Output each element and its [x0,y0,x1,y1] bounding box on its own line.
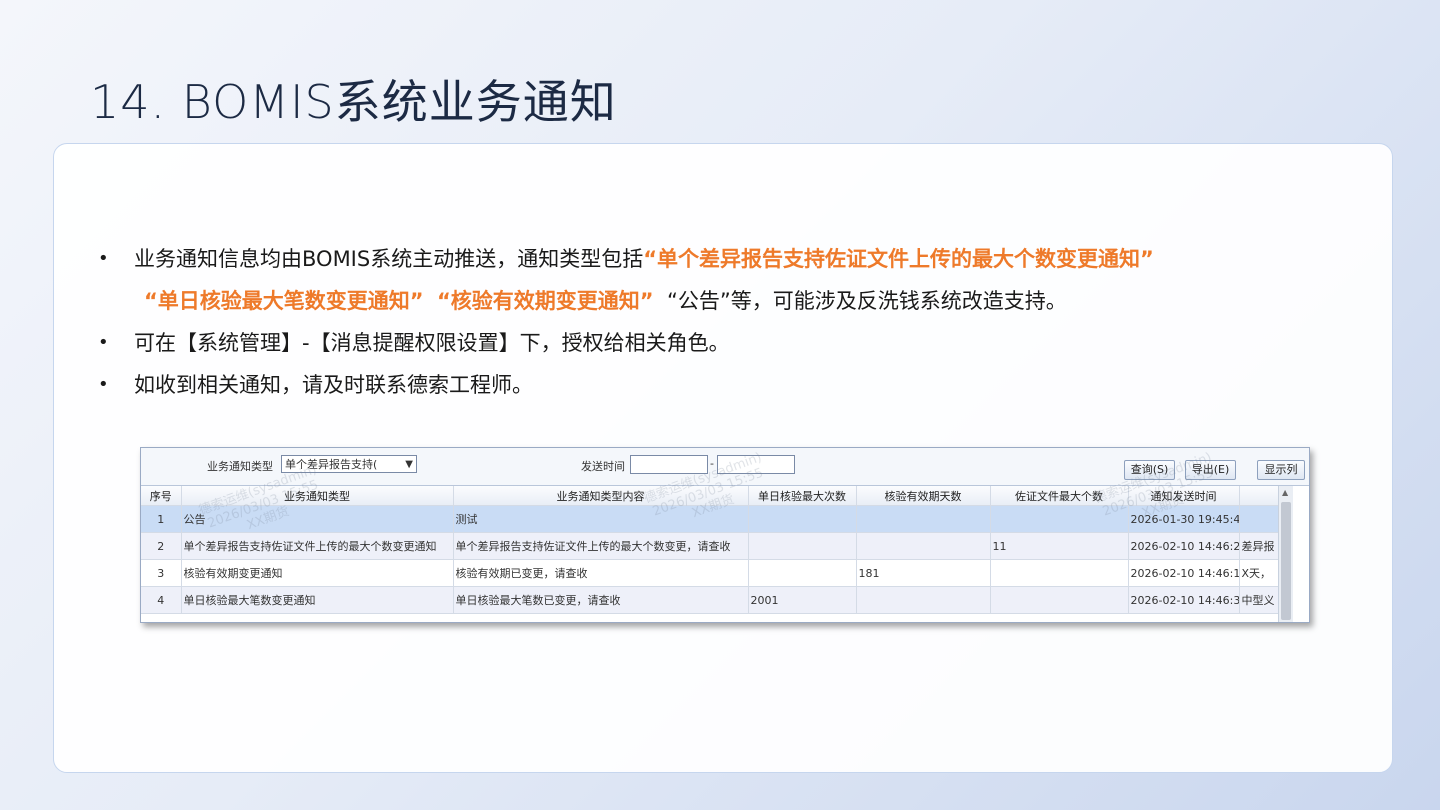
table-cell: 2026-02-10 14:46:31 [1128,586,1240,614]
table-cell [748,559,857,587]
table-cell: 181 [856,559,991,587]
table-cell [856,532,991,560]
bullet-item-3: 如收到相关通知，请及时联系德索工程师。 [98,364,1358,406]
table-cell [990,586,1129,614]
table-cell [856,586,991,614]
table-cell: 单个差异报告支持佐证文件上传的最大个数变更通知 [181,532,454,560]
table-row[interactable]: 1 公告 测试 2026-01-30 19:45:45 [141,505,1279,533]
table-cell [1239,505,1279,533]
scrollbar-thumb[interactable] [1281,502,1291,620]
bullet-item-2: 可在【系统管理】-【消息提醒权限设置】下，授权给相关角色。 [98,322,1358,364]
table-cell [856,505,991,533]
column-header[interactable]: 单日核验最大次数 [748,486,857,506]
table-cell: 单日核验最大笔数变更通知 [181,586,454,614]
table-cell: 2026-01-30 19:45:45 [1128,505,1240,533]
table-cell: 单日核验最大笔数已变更，请查收 [453,586,749,614]
table-cell: 公告 [181,505,454,533]
bullet-1-suffix: “公告”等，可能涉及反洗钱系统改造支持。 [666,289,1067,313]
table-scrollbar[interactable]: ▲ [1278,486,1293,622]
column-header[interactable] [1239,486,1279,506]
table-row[interactable]: 4 单日核验最大笔数变更通知 单日核验最大笔数已变更，请查收 2001 2026… [141,586,1279,614]
table-cell [748,532,857,560]
table-cell: 差异报 [1239,532,1279,560]
table-header-row: 序号 业务通知类型 业务通知类型内容 单日核验最大次数 核验有效期天数 佐证文件… [141,486,1279,506]
dropdown-arrow-icon: ▼ [405,459,413,470]
table-cell: 中型义 [1239,586,1279,614]
column-header[interactable]: 佐证文件最大个数 [990,486,1129,506]
table-cell: X天， [1239,559,1279,587]
send-time-start-input[interactable] [630,455,708,474]
column-header[interactable]: 序号 [141,486,182,506]
column-header[interactable]: 业务通知类型 [181,486,454,506]
date-separator: - [710,457,714,470]
table-cell [990,559,1129,587]
table-row[interactable]: 2 单个差异报告支持佐证文件上传的最大个数变更通知 单个差异报告支持佐证文件上传… [141,532,1279,560]
scroll-up-icon[interactable]: ▲ [1282,488,1288,497]
query-button[interactable]: 查询(S) [1124,460,1175,480]
bullet-1-prefix: 业务通知信息均由BOMIS系统主动推送，通知类型包括 [134,247,644,271]
table-cell: 2026-02-10 14:46:12 [1128,559,1240,587]
notification-table: 序号 业务通知类型 业务通知类型内容 单日核验最大次数 核验有效期天数 佐证文件… [141,486,1279,614]
table-cell: 核验有效期变更通知 [181,559,454,587]
table-cell: 单个差异报告支持佐证文件上传的最大个数变更，请查收 [453,532,749,560]
table-cell: 核验有效期已变更，请查收 [453,559,749,587]
filter-toolbar: 业务通知类型 单个差异报告支持( ▼ 发送时间 - 查询(S) 导出(E) 显示… [141,448,1309,486]
table-cell: 4 [141,586,182,614]
table-cell: 2026-02-10 14:46:22 [1128,532,1240,560]
table-cell: 2 [141,532,182,560]
send-time-label: 发送时间 [581,460,625,473]
slide-title: 14. BOMIS系统业务通知 [90,75,617,129]
table-cell [748,505,857,533]
column-header[interactable]: 通知发送时间 [1128,486,1240,506]
table-cell: 2001 [748,586,857,614]
notification-type-value: 单个差异报告支持( [285,458,378,471]
notification-type-select[interactable]: 单个差异报告支持( ▼ [281,455,417,473]
table-cell: 1 [141,505,182,533]
table-cell: 11 [990,532,1129,560]
table-cell [990,505,1129,533]
bullet-1-highlight-1: “单个差异报告支持佐证文件上传的最大个数变更通知” [643,247,1154,271]
send-time-end-input[interactable] [717,455,795,474]
show-columns-button[interactable]: 显示列 [1257,460,1305,480]
bullet-item-1: 业务通知信息均由BOMIS系统主动推送，通知类型包括“单个差异报告支持佐证文件上… [98,238,1358,322]
table-cell: 测试 [453,505,749,533]
bullet-1-highlight-3: “核验有效期变更通知” [436,289,654,313]
notification-screenshot: 业务通知类型 单个差异报告支持( ▼ 发送时间 - 查询(S) 导出(E) 显示… [140,447,1310,623]
table-cell: 3 [141,559,182,587]
table-row[interactable]: 3 核验有效期变更通知 核验有效期已变更，请查收 181 2026-02-10 … [141,559,1279,587]
export-button[interactable]: 导出(E) [1185,460,1236,480]
bullet-list: 业务通知信息均由BOMIS系统主动推送，通知类型包括“单个差异报告支持佐证文件上… [98,238,1358,406]
column-header[interactable]: 业务通知类型内容 [453,486,749,506]
bullet-1-highlight-2: “单日核验最大笔数变更通知” [144,289,424,313]
column-header[interactable]: 核验有效期天数 [856,486,991,506]
filter-type-label: 业务通知类型 [207,460,273,473]
